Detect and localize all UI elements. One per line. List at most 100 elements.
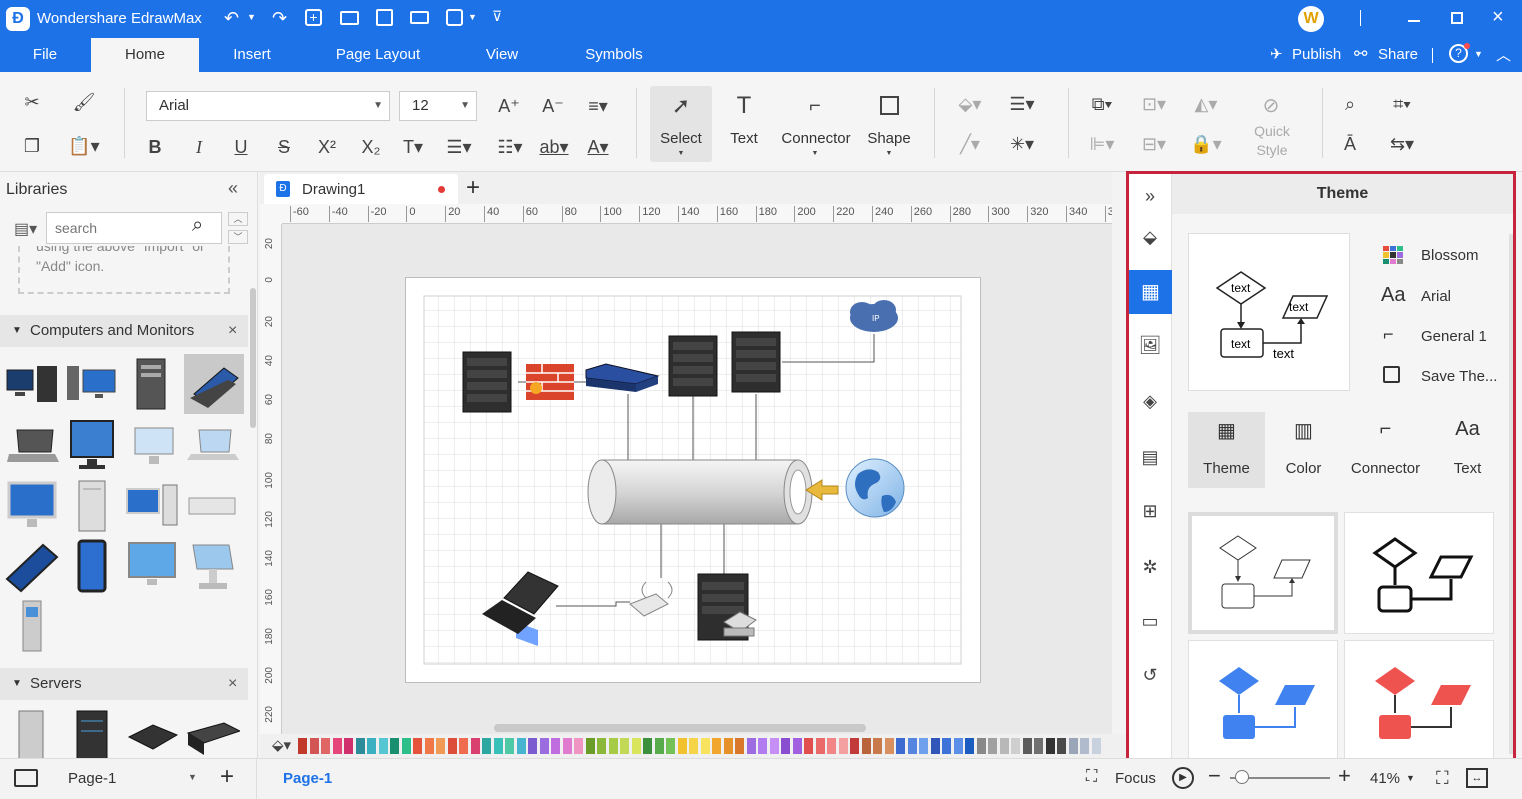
customize-icon[interactable]: ⊽ xyxy=(492,8,502,25)
decrease-font-icon[interactable]: A⁻ xyxy=(540,94,566,118)
publish-icon[interactable]: ✈ xyxy=(1270,45,1283,63)
align-icon[interactable]: ≡▾ xyxy=(580,94,616,118)
theme-subtab-connector[interactable]: ⌐ Connector xyxy=(1342,412,1429,488)
palette-swatch[interactable] xyxy=(493,738,503,754)
undo-dropdown-icon[interactable]: ▼ xyxy=(247,12,256,22)
section-computers-monitors[interactable]: ▼ Computers and Monitors × xyxy=(0,315,248,347)
theme-card-bold[interactable] xyxy=(1344,512,1494,634)
laptop-thumb-selected[interactable] xyxy=(184,354,244,414)
fit-width-icon[interactable]: ↔ xyxy=(1466,768,1488,788)
theme-option-connector[interactable]: ⌐ General 1 xyxy=(1381,324,1511,348)
user-avatar[interactable]: W xyxy=(1298,6,1324,32)
palette-swatch[interactable] xyxy=(689,738,698,754)
page-icon[interactable]: ▤ xyxy=(1137,444,1163,470)
theme-subtab-color[interactable]: ▥ Color xyxy=(1265,412,1342,488)
palette-swatch[interactable] xyxy=(401,738,411,754)
zoom-dropdown-icon[interactable]: ▼ xyxy=(1406,773,1415,783)
library-scrollbar[interactable] xyxy=(250,288,256,428)
palette-swatch[interactable] xyxy=(1091,738,1101,754)
palette-swatch[interactable] xyxy=(1057,738,1066,754)
theme-panel-scrollbar[interactable] xyxy=(1509,234,1513,754)
maximize-icon[interactable] xyxy=(1451,12,1463,24)
theme-subtab-text[interactable]: Aa Text xyxy=(1429,412,1506,488)
publish-button[interactable]: Publish xyxy=(1292,46,1341,63)
palette-swatch[interactable] xyxy=(551,738,560,754)
palette-swatch[interactable] xyxy=(723,738,733,754)
palette-swatch[interactable] xyxy=(309,738,319,754)
palette-swatch[interactable] xyxy=(390,738,399,754)
shape-tool-icon[interactable] xyxy=(880,96,899,115)
image-icon[interactable]: 🖼 xyxy=(1137,332,1163,358)
paste-icon[interactable]: 📋▾ xyxy=(66,134,102,158)
mac-workstation-thumb[interactable] xyxy=(124,478,180,534)
focus-icon[interactable]: ⛶ xyxy=(1086,768,1097,786)
palette-swatch[interactable] xyxy=(769,738,779,754)
palette-swatch[interactable] xyxy=(539,738,549,754)
redo-icon[interactable]: ↷ xyxy=(272,8,287,29)
theme-option-font[interactable]: Aa Arial xyxy=(1381,284,1511,308)
lcd-monitor-thumb[interactable] xyxy=(124,538,180,594)
palette-swatch[interactable] xyxy=(884,738,894,754)
server-rack-array-thumb[interactable] xyxy=(184,706,240,762)
group-icon[interactable]: ⊡▾ xyxy=(1136,92,1172,116)
page-thumbnails-icon[interactable] xyxy=(14,769,38,787)
line-spacing-icon[interactable]: ☰▾ xyxy=(440,135,478,159)
palette-swatch[interactable] xyxy=(850,738,859,754)
font-size-select[interactable]: 12 ▼ xyxy=(399,91,477,121)
palette-swatch[interactable] xyxy=(528,738,537,754)
menu-file[interactable]: File xyxy=(16,38,74,72)
scroll-up-icon[interactable]: ︿ xyxy=(228,212,248,226)
palette-swatch[interactable] xyxy=(585,738,595,754)
palette-swatch[interactable] xyxy=(700,738,710,754)
palette-swatch[interactable] xyxy=(827,738,836,754)
palette-swatch[interactable] xyxy=(505,738,514,754)
theme-tab-icon[interactable]: ▦ xyxy=(1129,270,1172,314)
mindmap-icon[interactable]: ✲ xyxy=(1137,554,1163,580)
play-icon[interactable]: ▶ xyxy=(1172,767,1194,789)
connector-label[interactable]: Connector xyxy=(776,130,856,147)
share-button[interactable]: Share xyxy=(1378,46,1418,63)
menu-page-layout[interactable]: Page Layout xyxy=(330,38,426,72)
rack-server-thumb[interactable] xyxy=(64,706,120,762)
server-rack-icon[interactable] xyxy=(731,331,781,393)
desktop-computer-thumb[interactable] xyxy=(4,356,60,412)
text-style-icon[interactable]: T▾ xyxy=(398,135,428,159)
palette-swatch[interactable] xyxy=(735,738,744,754)
palette-swatch[interactable] xyxy=(424,738,434,754)
server-tower-thumb[interactable] xyxy=(4,706,60,762)
page-select[interactable]: Page-1 ▼ xyxy=(56,763,204,793)
crop-icon[interactable]: ⌗▾ xyxy=(1382,92,1422,116)
help-dropdown-icon[interactable]: ▼ xyxy=(1474,49,1483,59)
library-menu-icon[interactable]: ▤▾ xyxy=(14,219,37,239)
workstation-thumb[interactable] xyxy=(64,356,120,412)
palette-swatch[interactable] xyxy=(1045,738,1055,754)
firewall-icon[interactable] xyxy=(526,364,574,400)
palette-swatch[interactable] xyxy=(367,738,376,754)
line-style-icon[interactable]: ☰▾ xyxy=(1002,92,1042,116)
palette-swatch[interactable] xyxy=(1068,738,1078,754)
palette-swatch[interactable] xyxy=(896,738,905,754)
theme-subtab-theme[interactable]: ▦ Theme xyxy=(1188,412,1265,488)
server-rack-icon[interactable] xyxy=(462,351,512,413)
palette-swatch[interactable] xyxy=(804,738,813,754)
copy-icon[interactable]: ❐ xyxy=(20,134,44,158)
menu-insert[interactable]: Insert xyxy=(220,38,284,72)
palette-swatch[interactable] xyxy=(378,738,388,754)
expand-panel-icon[interactable]: » xyxy=(1137,184,1163,208)
kiosk-thumb[interactable] xyxy=(184,538,240,594)
palette-swatch[interactable] xyxy=(447,738,457,754)
highlight-icon[interactable]: ab▾ xyxy=(536,135,572,159)
canvas-area[interactable]: -60 -40 -20 0 20 40 60 80 100 120 140 160 180 200 220 2… xyxy=(260,204,1112,734)
connector-tool-icon[interactable]: ⌐ xyxy=(800,92,830,120)
section-servers[interactable]: ▼ Servers × xyxy=(0,668,248,700)
palette-swatch[interactable] xyxy=(344,738,353,754)
palette-swatch[interactable] xyxy=(355,738,365,754)
layers-icon[interactable]: ◈ xyxy=(1137,388,1163,414)
fill-bucket-icon[interactable]: ⬙▾ xyxy=(272,736,291,754)
presentation-icon[interactable]: ▭ xyxy=(1137,608,1163,634)
palette-swatch[interactable] xyxy=(459,738,468,754)
globe-icon[interactable] xyxy=(845,458,905,518)
network-backbone-cylinder[interactable] xyxy=(587,459,813,525)
find-icon[interactable]: ⌕ xyxy=(1336,92,1364,116)
monitor-thumb[interactable] xyxy=(64,418,120,474)
